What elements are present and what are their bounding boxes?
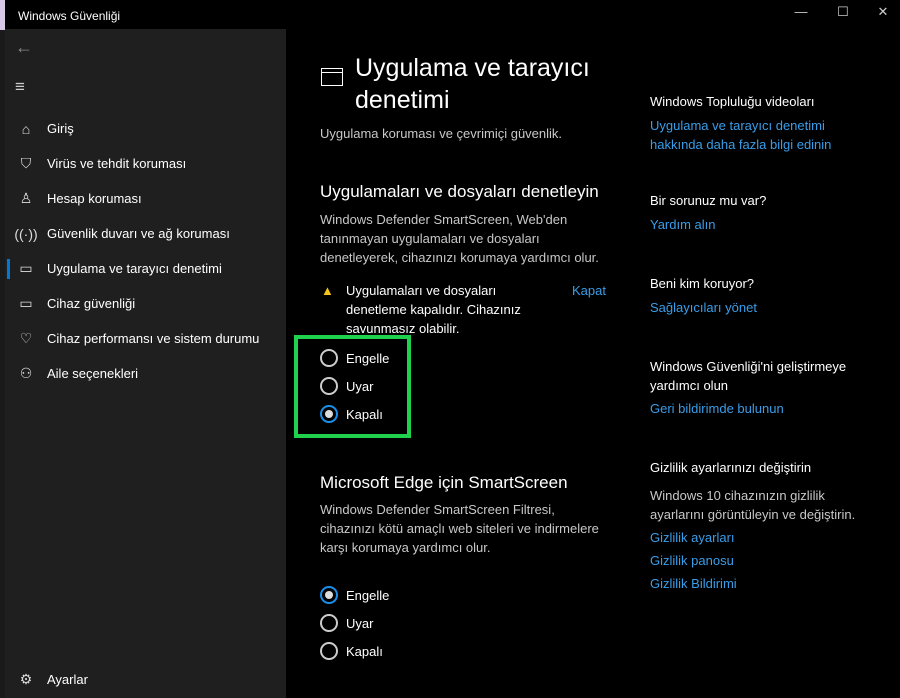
radio-option[interactable]: Kapalı: [320, 642, 383, 660]
sidebar-item-label: Giriş: [47, 121, 74, 136]
radio-button[interactable]: [320, 642, 338, 660]
radio-option[interactable]: Kapalı: [320, 405, 383, 423]
radio-option[interactable]: Engelle: [320, 586, 389, 604]
radio-label: Kapalı: [346, 643, 383, 659]
radio-button[interactable]: [320, 405, 338, 423]
sidebar-item-1[interactable]: ⛉ Virüs ve tehdit koruması: [5, 146, 286, 181]
privacy-dashboard-link[interactable]: Gizlilik panosu: [650, 551, 734, 570]
warning-icon: ▲: [321, 283, 334, 298]
radio-label: Kapalı: [346, 406, 383, 422]
section-description: Windows Defender SmartScreen, Web'den ta…: [320, 212, 599, 265]
heart-icon: ♡: [19, 330, 33, 346]
title-bar: Windows Güvenliği — ☐ ✕: [5, 0, 900, 29]
warning-message: Uygulamaları ve dosyaları denetleme kapa…: [346, 283, 521, 336]
sidebar-item-label: Cihaz performansı ve sistem durumu: [47, 331, 260, 346]
sidebar-item-7[interactable]: ⚇ Aile seçenekleri: [5, 356, 286, 391]
radio-label: Uyar: [346, 615, 374, 631]
browser-window-icon: [321, 68, 343, 86]
privacy-heading: Gizlilik ayarlarınızı değiştirin: [650, 460, 812, 475]
close-button[interactable]: ✕: [872, 4, 894, 24]
laptop-icon: ▭: [19, 295, 33, 311]
privacy-statement-link[interactable]: Gizlilik Bildirimi: [650, 574, 737, 593]
dismiss-warning-link[interactable]: Kapat: [572, 281, 606, 300]
browser-icon: ▭: [19, 260, 33, 276]
sidebar-item-label: Güvenlik duvarı ve ağ koruması: [47, 226, 230, 241]
learn-more-link[interactable]: Uygulama ve tarayıcı denetimi hakkında d…: [650, 116, 840, 154]
manage-providers-link[interactable]: Sağlayıcıları yönet: [650, 298, 757, 317]
privacy-description: Windows 10 cihazınızın gizlilik ayarları…: [650, 488, 856, 522]
radio-button[interactable]: [320, 586, 338, 604]
back-arrow-icon[interactable]: ←: [15, 37, 33, 58]
sidebar-item-label: Aile seçenekleri: [47, 366, 139, 381]
get-help-link[interactable]: Yardım alın: [650, 215, 716, 234]
page-title: Uygulama ve tarayıcı denetimi: [355, 54, 590, 114]
sidebar-item-settings[interactable]: ⚙ Ayarlar: [5, 662, 286, 697]
sidebar-item-2[interactable]: ♙ Hesap koruması: [5, 181, 286, 216]
radio-option[interactable]: Uyar: [320, 614, 373, 632]
privacy-settings-link[interactable]: Gizlilik ayarları: [650, 528, 735, 547]
section-heading-apps-files: Uygulamaları ve dosyaları denetleyin: [320, 182, 599, 201]
radio-button[interactable]: [320, 349, 338, 367]
radio-option[interactable]: Uyar: [320, 377, 373, 395]
feedback-link[interactable]: Geri bildirimde bulunun: [650, 399, 784, 418]
sidebar-item-0[interactable]: ⌂ Giriş: [5, 111, 286, 146]
radio-label: Engelle: [346, 350, 390, 366]
who-protects-heading: Beni kim koruyor?: [650, 276, 755, 291]
sidebar-item-label: Hesap koruması: [47, 191, 142, 206]
sidebar-item-6[interactable]: ♡ Cihaz performansı ve sistem durumu: [5, 321, 286, 356]
sidebar-item-4[interactable]: ▭ Uygulama ve tarayıcı denetimi: [5, 251, 286, 286]
sidebar: ← ≡ ⌂ Giriş ⛉ Virüs ve tehdit koruması ♙ Hesa…: [5, 29, 286, 698]
minimize-button[interactable]: —: [790, 4, 812, 24]
wifi-icon: ((·)): [14, 225, 38, 242]
sidebar-item-label: Virüs ve tehdit koruması: [47, 156, 187, 171]
section-description: Windows Defender SmartScreen Filtresi, c…: [320, 502, 599, 555]
improve-heading: Windows Güvenliği'ni geliştirmeye yardım…: [650, 359, 847, 393]
maximize-button[interactable]: ☐: [832, 4, 854, 24]
radio-option[interactable]: Engelle: [320, 349, 389, 367]
family-icon: ⚇: [19, 365, 33, 381]
window-title: Windows Güvenliği: [18, 9, 121, 23]
radio-label: Engelle: [346, 587, 390, 603]
videos-heading: Windows Topluluğu videoları: [650, 94, 815, 109]
sidebar-item-3[interactable]: ((·)) Güvenlik duvarı ve ağ koruması: [5, 216, 286, 251]
sidebar-item-label: Cihaz güvenliği: [47, 296, 136, 311]
radio-button[interactable]: [320, 614, 338, 632]
sidebar-item-label: Uygulama ve tarayıcı denetimi: [47, 261, 222, 276]
sidebar-item-5[interactable]: ▭ Cihaz güvenliği: [5, 286, 286, 321]
home-icon: ⌂: [21, 120, 31, 137]
section-heading-edge-smartscreen: Microsoft Edge için SmartScreen: [320, 473, 568, 492]
help-heading: Bir sorunuz mu var?: [650, 193, 767, 208]
radio-button[interactable]: [320, 377, 338, 395]
radio-label: Uyar: [346, 378, 374, 394]
person-icon: ♙: [19, 190, 33, 206]
page-subtitle: Uygulama koruması ve çevrimiçi güvenlik.: [320, 126, 563, 141]
shield-icon: ⛉: [20, 155, 32, 171]
gear-icon: ⚙: [19, 671, 33, 687]
sidebar-item-label: Ayarlar: [47, 672, 88, 687]
hamburger-menu-icon[interactable]: ≡: [15, 77, 25, 97]
